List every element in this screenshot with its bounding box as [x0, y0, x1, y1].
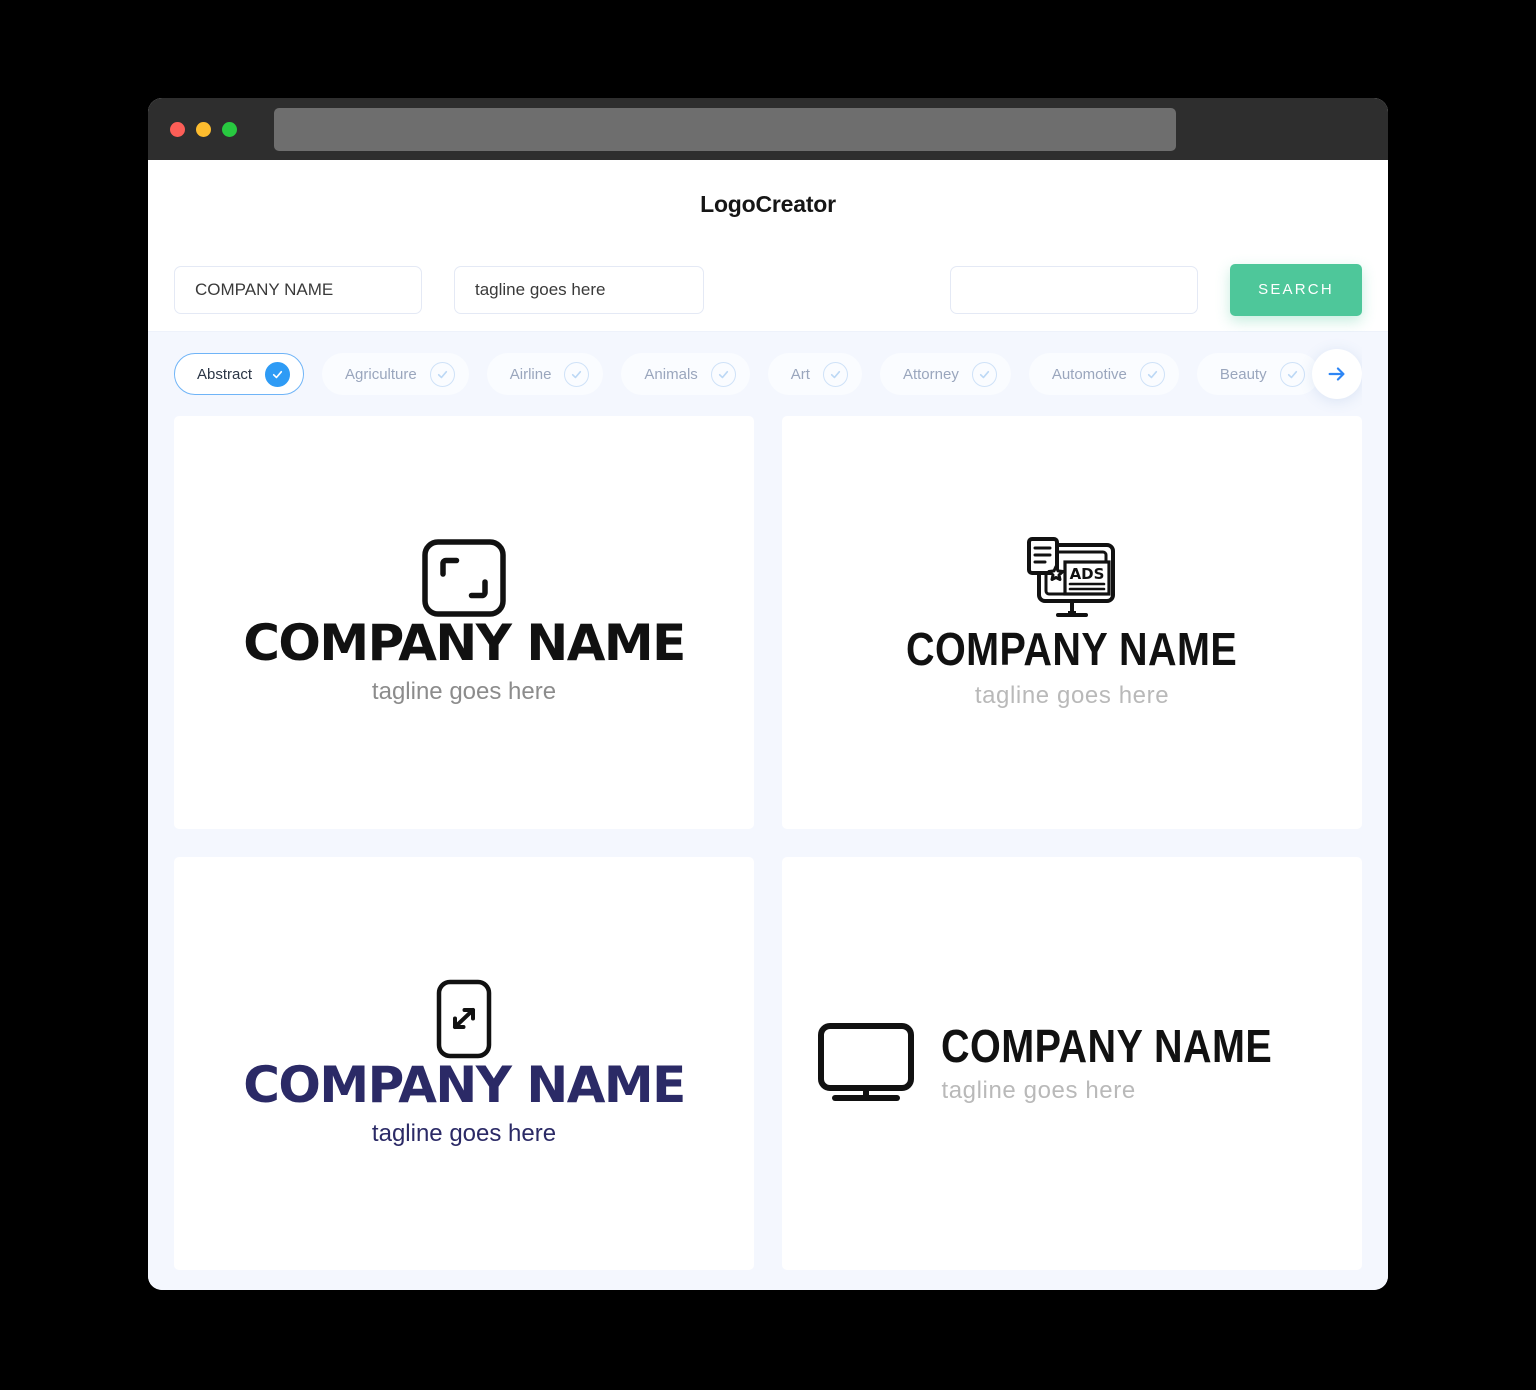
monitor-ads-icon: ADS: [1026, 536, 1115, 617]
category-chip-animals[interactable]: Animals: [621, 353, 750, 395]
logo-company-name: COMPANY NAME: [941, 1020, 1273, 1073]
logo-text-block: COMPANY NAME tagline goes here: [941, 1022, 1326, 1104]
rounded-square-crop-brackets-icon: [422, 539, 506, 617]
logo-company-name: COMPANY NAME: [243, 1055, 686, 1114]
logo-tagline: tagline goes here: [371, 678, 557, 706]
check-circle-icon: [1279, 361, 1305, 387]
logo-card[interactable]: COMPANY NAME tagline goes here: [174, 857, 754, 1270]
category-chip-automotive[interactable]: Automotive: [1028, 353, 1179, 395]
logo-company-name: COMPANY NAME: [906, 622, 1238, 675]
category-filter-bar: Abstract Agriculture Airline Animals Art…: [174, 332, 1362, 416]
check-circle-icon: [429, 361, 455, 387]
maximize-button[interactable]: [222, 121, 237, 137]
company-name-input[interactable]: [174, 265, 422, 314]
category-chip-label: Art: [790, 365, 810, 383]
logo-results-grid: COMPANY NAME tagline goes here ADS COMPA…: [174, 416, 1362, 1290]
arrow-right-icon: [1328, 367, 1345, 381]
logo-tagline: tagline goes here: [371, 1120, 557, 1148]
search-bar: SEARCH: [148, 248, 1388, 332]
check-circle-icon: [1139, 361, 1165, 387]
check-circle-icon: [822, 361, 848, 387]
logo-card[interactable]: ADS COMPANY NAME tagline goes here: [782, 416, 1362, 829]
category-chip-label: Animals: [644, 365, 698, 383]
category-chip-art[interactable]: Art: [767, 353, 862, 395]
category-chip-label: Automotive: [1051, 365, 1127, 383]
check-circle-icon: [971, 361, 997, 387]
app-header: LogoCreator: [148, 160, 1388, 248]
search-button[interactable]: SEARCH: [1230, 263, 1362, 316]
logo-tagline: tagline goes here: [941, 1076, 1136, 1104]
logo-company-name: COMPANY NAME: [243, 613, 686, 672]
category-chip-attorney[interactable]: Attorney: [879, 353, 1011, 395]
category-chip-abstract[interactable]: Abstract: [174, 353, 305, 395]
category-chip-agriculture[interactable]: Agriculture: [322, 353, 469, 395]
category-chip-label: Beauty: [1219, 365, 1267, 383]
logo-preview: COMPANY NAME tagline goes here: [817, 1022, 1326, 1104]
logo-card[interactable]: COMPANY NAME tagline goes here: [174, 416, 754, 829]
svg-text:ADS: ADS: [1070, 565, 1105, 583]
address-bar[interactable]: [274, 107, 1176, 151]
app-body: Abstract Agriculture Airline Animals Art…: [148, 332, 1388, 1290]
monitor-icon: [818, 1023, 915, 1102]
logo-card[interactable]: COMPANY NAME tagline goes here: [782, 857, 1362, 1270]
check-circle-icon: [710, 361, 736, 387]
logo-preview: ADS COMPANY NAME tagline goes here: [879, 535, 1264, 710]
check-circle-icon: [265, 361, 291, 387]
category-chip-label: Airline: [509, 365, 552, 383]
category-chip-beauty[interactable]: Beauty: [1196, 353, 1319, 395]
page-title: LogoCreator: [700, 190, 836, 217]
browser-window: LogoCreator SEARCH Abstract Agriculture: [148, 98, 1388, 1290]
minimize-button[interactable]: [196, 121, 211, 137]
tagline-input[interactable]: [454, 265, 704, 314]
phone-diagonal-arrows-icon: [436, 979, 492, 1058]
logo-tagline: tagline goes here: [974, 682, 1170, 710]
category-chip-label: Agriculture: [345, 365, 417, 383]
window-controls: [170, 121, 237, 137]
logo-preview: COMPANY NAME tagline goes here: [243, 539, 686, 707]
logo-preview: COMPANY NAME tagline goes here: [243, 979, 686, 1149]
category-chip-label: Abstract: [197, 365, 253, 383]
close-button[interactable]: [170, 121, 185, 137]
keyword-input[interactable]: [950, 265, 1198, 314]
category-chip-label: Attorney: [902, 365, 959, 383]
check-circle-icon: [564, 361, 590, 387]
category-chip-airline[interactable]: Airline: [486, 353, 604, 395]
browser-titlebar: [148, 98, 1388, 160]
categories-next-button[interactable]: [1312, 349, 1362, 399]
